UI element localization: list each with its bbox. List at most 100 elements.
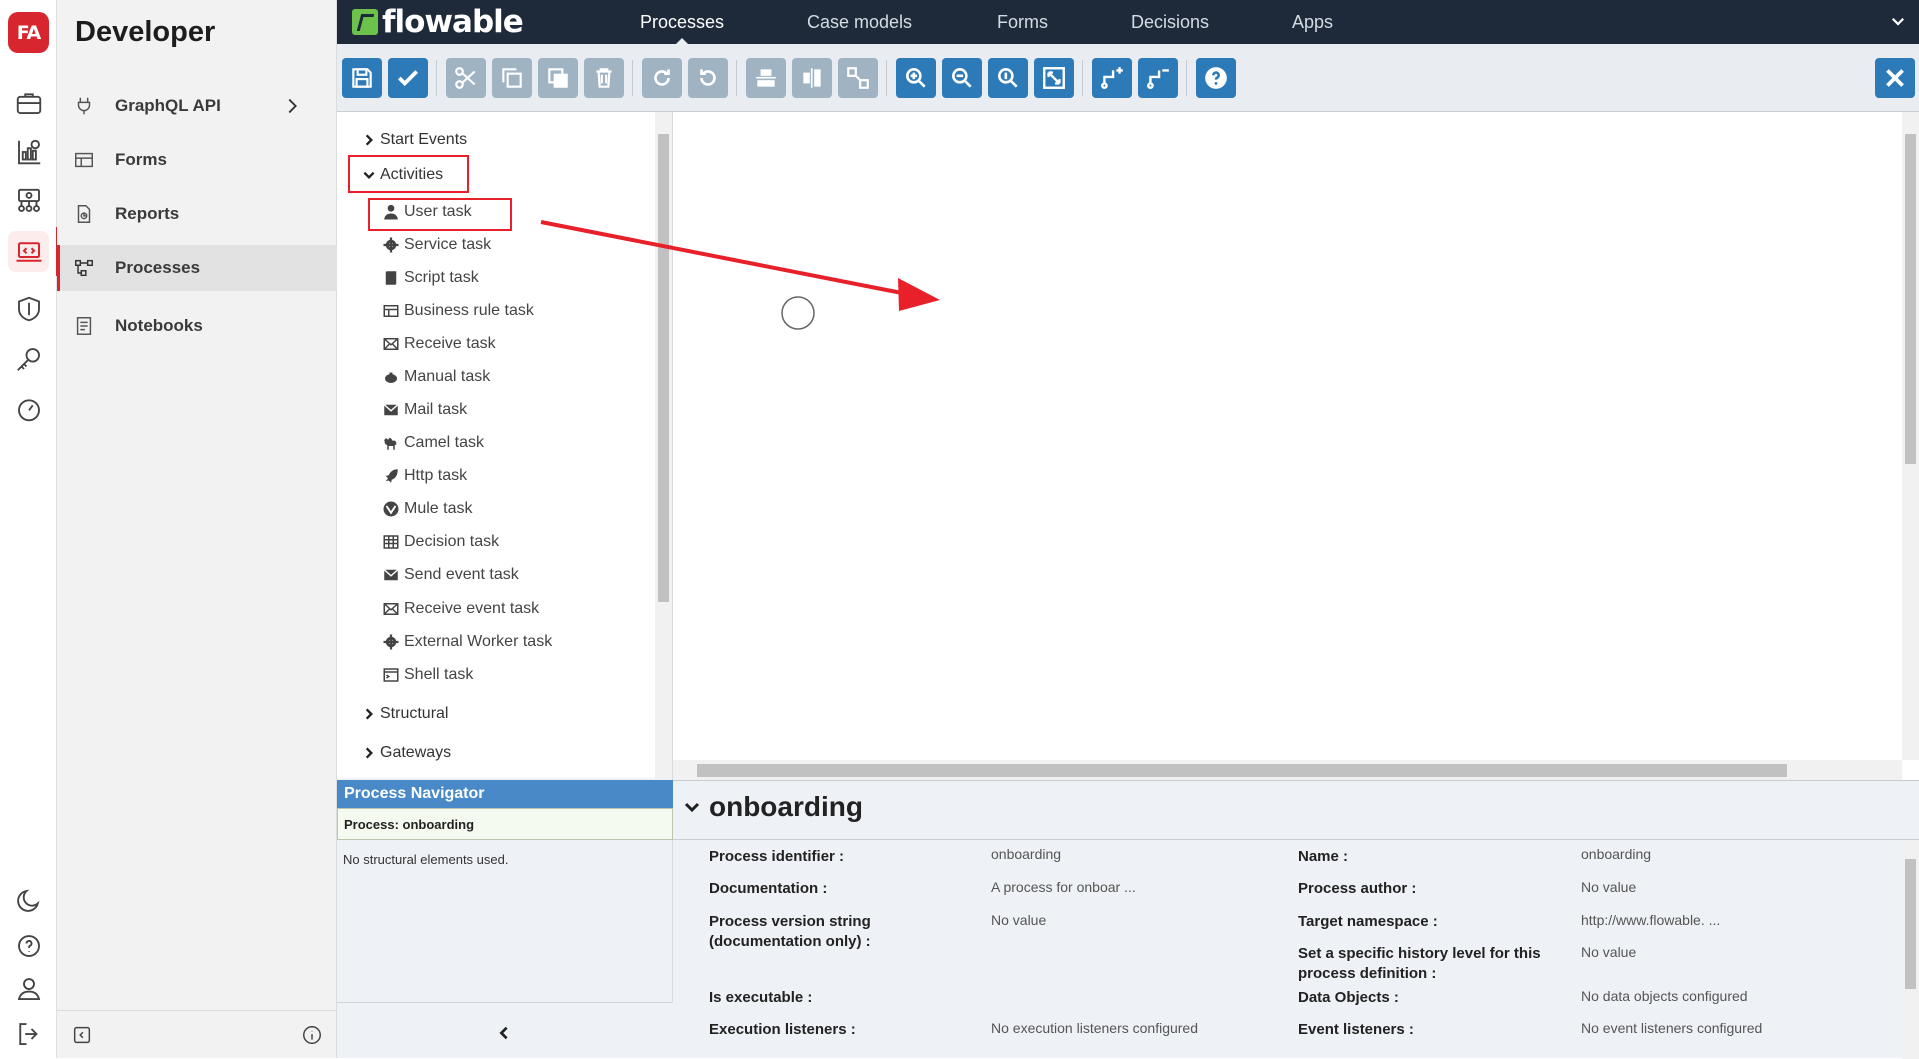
- prop-value[interactable]: No value: [991, 910, 1046, 930]
- paste-icon: [548, 68, 568, 88]
- prop-value[interactable]: No value: [1581, 942, 1636, 962]
- prop-value[interactable]: No event listeners configured: [1581, 1018, 1762, 1038]
- palette-group-start-events[interactable]: Start Events: [362, 128, 467, 152]
- palette-item-script-task[interactable]: Script task: [382, 266, 479, 290]
- modeler-canvas[interactable]: [673, 112, 1919, 780]
- cut-button[interactable]: [446, 58, 486, 98]
- key-icon[interactable]: [8, 338, 49, 379]
- zoom-fit-button[interactable]: [1034, 58, 1074, 98]
- app-logo[interactable]: FA: [8, 12, 49, 53]
- same-size-button[interactable]: [838, 58, 878, 98]
- sidebar-item-forms[interactable]: Forms: [57, 137, 337, 183]
- palette-item-service-task[interactable]: Service task: [382, 233, 491, 257]
- scrollbar-thumb[interactable]: [658, 134, 669, 602]
- prop-value[interactable]: onboarding: [1581, 844, 1651, 864]
- prop-value[interactable]: http://www.flowable. ...: [1581, 910, 1720, 930]
- tab-apps[interactable]: Apps: [1292, 0, 1333, 44]
- user-icon[interactable]: [8, 968, 49, 1009]
- prop-value[interactable]: No execution listeners configured: [991, 1018, 1198, 1038]
- close-editor-button[interactable]: [1875, 58, 1915, 98]
- palette-item-mail-task[interactable]: Mail task: [382, 398, 467, 422]
- tab-processes[interactable]: Processes: [640, 0, 724, 45]
- scrollbar-thumb[interactable]: [697, 764, 1787, 777]
- speedometer-icon[interactable]: [8, 388, 49, 429]
- flowable-logo[interactable]: flowable: [352, 4, 524, 40]
- logout-icon[interactable]: [8, 1013, 49, 1054]
- chevron-down-icon: [684, 802, 700, 813]
- canvas-vertical-scrollbar[interactable]: [1902, 112, 1919, 760]
- envelope-icon: [383, 603, 399, 615]
- developer-icon[interactable]: [8, 227, 59, 276]
- palette-item-shell-task[interactable]: Shell task: [382, 663, 473, 687]
- dashboard-icon[interactable]: [8, 131, 49, 172]
- chevron-right-icon[interactable]: [281, 95, 303, 117]
- network-icon[interactable]: [8, 180, 49, 221]
- palette-item-receive-task[interactable]: Receive task: [382, 332, 496, 356]
- delete-button[interactable]: [584, 58, 624, 98]
- chevron-down-icon[interactable]: [1889, 12, 1907, 30]
- sidebar-item-processes[interactable]: Processes: [57, 245, 337, 291]
- align-horizontal-button[interactable]: [792, 58, 832, 98]
- zoom-out-button[interactable]: [942, 58, 982, 98]
- chevron-left-icon[interactable]: [496, 1025, 512, 1041]
- remove-bendpoint-button[interactable]: [1138, 58, 1178, 98]
- navigator-process-row[interactable]: Process: onboarding: [337, 808, 673, 840]
- properties-header[interactable]: onboarding: [683, 791, 863, 823]
- palette-item-external-worker-task[interactable]: External Worker task: [382, 630, 552, 654]
- palette-scrollbar[interactable]: [655, 112, 672, 778]
- redo-button[interactable]: [642, 58, 682, 98]
- checkmark-icon: [397, 70, 419, 87]
- palette-item-mule-task[interactable]: Mule task: [382, 497, 472, 521]
- palette-item-decision-task[interactable]: Decision task: [382, 530, 499, 554]
- prop-value[interactable]: onboarding: [991, 844, 1061, 864]
- undo-button[interactable]: [688, 58, 728, 98]
- canvas-horizontal-scrollbar[interactable]: [673, 760, 1902, 780]
- add-bendpoint-button[interactable]: [1092, 58, 1132, 98]
- help-button[interactable]: [1196, 58, 1236, 98]
- palette-item-camel-task[interactable]: Camel task: [382, 431, 484, 455]
- copy-button[interactable]: [492, 58, 532, 98]
- palette-item-manual-task[interactable]: Manual task: [382, 365, 490, 389]
- palette-group-gateways[interactable]: Gateways: [362, 741, 451, 765]
- prop-value[interactable]: No value: [1581, 877, 1636, 897]
- briefcase-icon[interactable]: [8, 82, 49, 123]
- paste-button[interactable]: [538, 58, 578, 98]
- scrollbar-thumb[interactable]: [1905, 859, 1916, 989]
- shield-icon[interactable]: [8, 288, 49, 329]
- sidebar-item-label: GraphQL API: [115, 96, 221, 115]
- sidebar-item-label: Notebooks: [115, 316, 203, 335]
- info-icon[interactable]: [301, 1024, 323, 1046]
- palette-item-user-task[interactable]: User task: [382, 200, 472, 224]
- sidebar-item-label: Reports: [115, 204, 180, 223]
- palette-item-http-task[interactable]: Http task: [382, 464, 467, 488]
- copy-icon: [502, 68, 522, 88]
- palette-item-send-event-task[interactable]: Send event task: [382, 563, 519, 587]
- palette-item-business-rule-task[interactable]: Business rule task: [382, 299, 534, 323]
- sidebar-item-graphql[interactable]: GraphQL API: [57, 83, 337, 129]
- moon-icon[interactable]: [8, 880, 49, 921]
- palette-item-receive-event-task[interactable]: Receive event task: [382, 597, 539, 621]
- scrollbar-thumb[interactable]: [1905, 134, 1916, 464]
- validate-button[interactable]: [388, 58, 428, 98]
- properties-scrollbar[interactable]: [1902, 841, 1919, 1059]
- collapse-sidebar-icon[interactable]: [71, 1024, 93, 1046]
- align-vertical-button[interactable]: [746, 58, 786, 98]
- send-icon: [383, 569, 399, 581]
- tab-forms[interactable]: Forms: [997, 0, 1048, 44]
- zoom-in-icon: [906, 68, 926, 88]
- table-icon: [383, 305, 399, 317]
- zoom-actual-button[interactable]: [988, 58, 1028, 98]
- tab-decisions[interactable]: Decisions: [1131, 0, 1209, 44]
- prop-label: Execution listeners :: [709, 1021, 856, 1038]
- sidebar-item-reports[interactable]: Reports: [57, 191, 337, 237]
- tab-case-models[interactable]: Case models: [807, 0, 912, 44]
- help-icon[interactable]: [8, 925, 49, 966]
- save-button[interactable]: [342, 58, 382, 98]
- zoom-in-button[interactable]: [896, 58, 936, 98]
- same-size-icon: [847, 67, 869, 89]
- prop-value[interactable]: A process for onboar ...: [991, 877, 1136, 897]
- sidebar-item-notebooks[interactable]: Notebooks: [57, 303, 337, 349]
- palette-group-activities[interactable]: Activities: [362, 163, 443, 187]
- palette-group-structural[interactable]: Structural: [362, 702, 448, 726]
- prop-value[interactable]: No data objects configured: [1581, 986, 1748, 1006]
